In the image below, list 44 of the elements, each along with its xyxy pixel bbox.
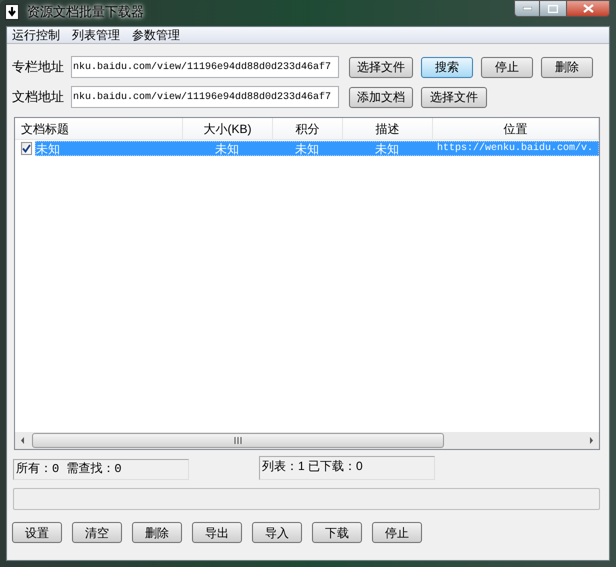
- menu-item[interactable]: 参数管理: [128, 26, 184, 44]
- close-icon: [582, 4, 594, 13]
- button[interactable]: 清空: [72, 522, 122, 543]
- column-header[interactable]: 描述: [343, 118, 433, 139]
- column-header[interactable]: 位置: [433, 118, 599, 139]
- button[interactable]: 搜索: [421, 56, 473, 78]
- scroll-thumb[interactable]: [32, 433, 444, 448]
- field-label: 文档地址: [12, 88, 65, 106]
- button[interactable]: 删除: [541, 56, 593, 78]
- grip-icon: [234, 437, 242, 444]
- button[interactable]: 选择文件: [421, 86, 487, 108]
- url-field[interactable]: nku.baidu.com/view/11196e94dd88d0d233d46af7: [71, 56, 339, 78]
- maximize-button[interactable]: [540, 0, 566, 17]
- button[interactable]: 设置: [12, 522, 62, 543]
- window-title: 资源文档批量下载器: [27, 3, 144, 22]
- button[interactable]: 删除: [132, 522, 182, 543]
- menu-item[interactable]: 运行控制: [8, 26, 64, 44]
- horizontal-scrollbar[interactable]: [15, 432, 599, 449]
- table-cell-text: https://wenku.baidu.com/v.: [436, 142, 594, 156]
- table-cell-text: 未知: [36, 140, 61, 158]
- url-field[interactable]: nku.baidu.com/view/11196e94dd88d0d233d46af7: [71, 86, 339, 108]
- button[interactable]: 导入: [252, 522, 302, 543]
- download-icon: [5, 4, 19, 20]
- table-cell-text: 未知: [374, 140, 400, 158]
- column-header[interactable]: 文档标题: [15, 118, 183, 139]
- checkbox[interactable]: [21, 142, 32, 155]
- close-button[interactable]: [566, 0, 610, 17]
- button[interactable]: 导出: [192, 522, 242, 543]
- button[interactable]: 选择文件: [349, 56, 413, 78]
- button[interactable]: 停止: [481, 56, 533, 78]
- button[interactable]: 下载: [312, 522, 362, 543]
- status-text: 所有：0 需查找：0: [13, 459, 189, 480]
- button[interactable]: 停止: [372, 522, 422, 543]
- minimize-button[interactable]: [514, 0, 540, 17]
- column-header[interactable]: 大小(KB): [183, 118, 273, 139]
- menu-item[interactable]: 列表管理: [68, 26, 124, 44]
- status-text: 列表：1 已下载：0: [259, 456, 435, 480]
- button[interactable]: 添加文档: [349, 86, 413, 108]
- table-cell-text: 未知: [294, 140, 320, 158]
- minimize-icon: [522, 7, 532, 10]
- table-cell-text: 未知: [214, 140, 240, 158]
- column-header[interactable]: 积分: [273, 118, 343, 139]
- field-label: 专栏地址: [12, 58, 65, 76]
- maximize-icon: [548, 4, 558, 12]
